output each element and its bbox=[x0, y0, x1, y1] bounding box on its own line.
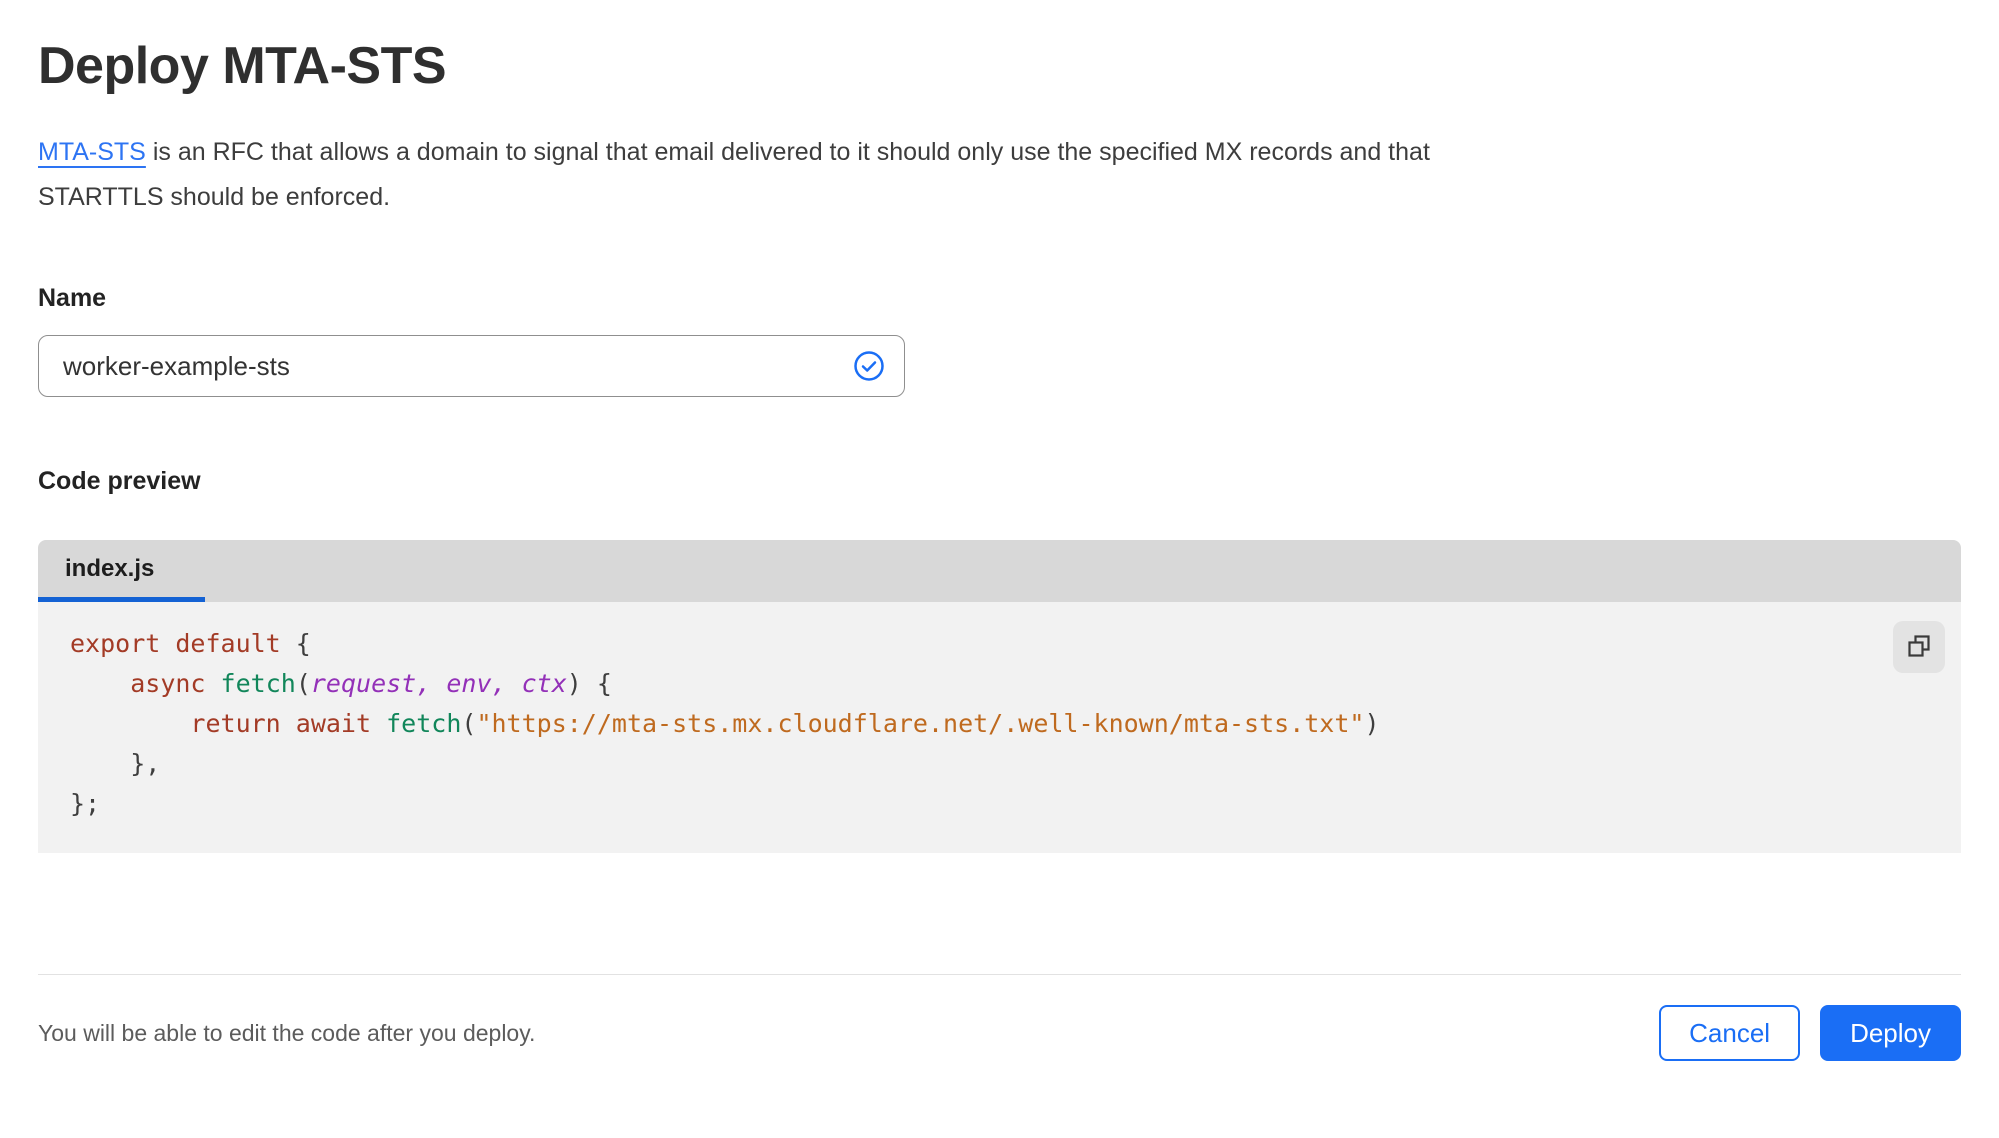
description: MTA-STS is an RFC that allows a domain t… bbox=[38, 130, 1513, 220]
copy-icon bbox=[1905, 632, 1933, 663]
code-preview-label: Code preview bbox=[38, 467, 201, 495]
footer: You will be able to edit the code after … bbox=[38, 1005, 1961, 1061]
code-editor: export default { async fetch(request, en… bbox=[70, 629, 1380, 818]
name-input[interactable] bbox=[38, 335, 905, 397]
mta-sts-link[interactable]: MTA-STS bbox=[38, 138, 146, 166]
tab-label: index.js bbox=[65, 554, 155, 582]
check-circle-icon bbox=[853, 350, 885, 382]
page-title: Deploy MTA-STS bbox=[38, 37, 447, 95]
footer-actions: Cancel Deploy bbox=[1659, 1005, 1961, 1061]
deploy-button[interactable]: Deploy bbox=[1820, 1005, 1961, 1061]
name-input-wrap bbox=[38, 335, 905, 397]
tab-index-js[interactable]: index.js bbox=[38, 540, 205, 602]
name-label: Name bbox=[38, 284, 107, 312]
deploy-mta-sts-page: Deploy MTA-STS MTA-STS is an RFC that al… bbox=[0, 0, 1999, 1061]
footer-note: You will be able to edit the code after … bbox=[38, 1019, 536, 1046]
code-area: export default { async fetch(request, en… bbox=[38, 602, 1961, 853]
description-text: is an RFC that allows a domain to signal… bbox=[38, 138, 1430, 211]
copy-button[interactable] bbox=[1893, 621, 1945, 673]
code-tabbar: index.js bbox=[38, 540, 1961, 602]
footer-divider bbox=[38, 974, 1961, 975]
code-preview-widget: index.js export default { async fetch(re… bbox=[38, 540, 1961, 853]
cancel-button[interactable]: Cancel bbox=[1659, 1005, 1801, 1061]
